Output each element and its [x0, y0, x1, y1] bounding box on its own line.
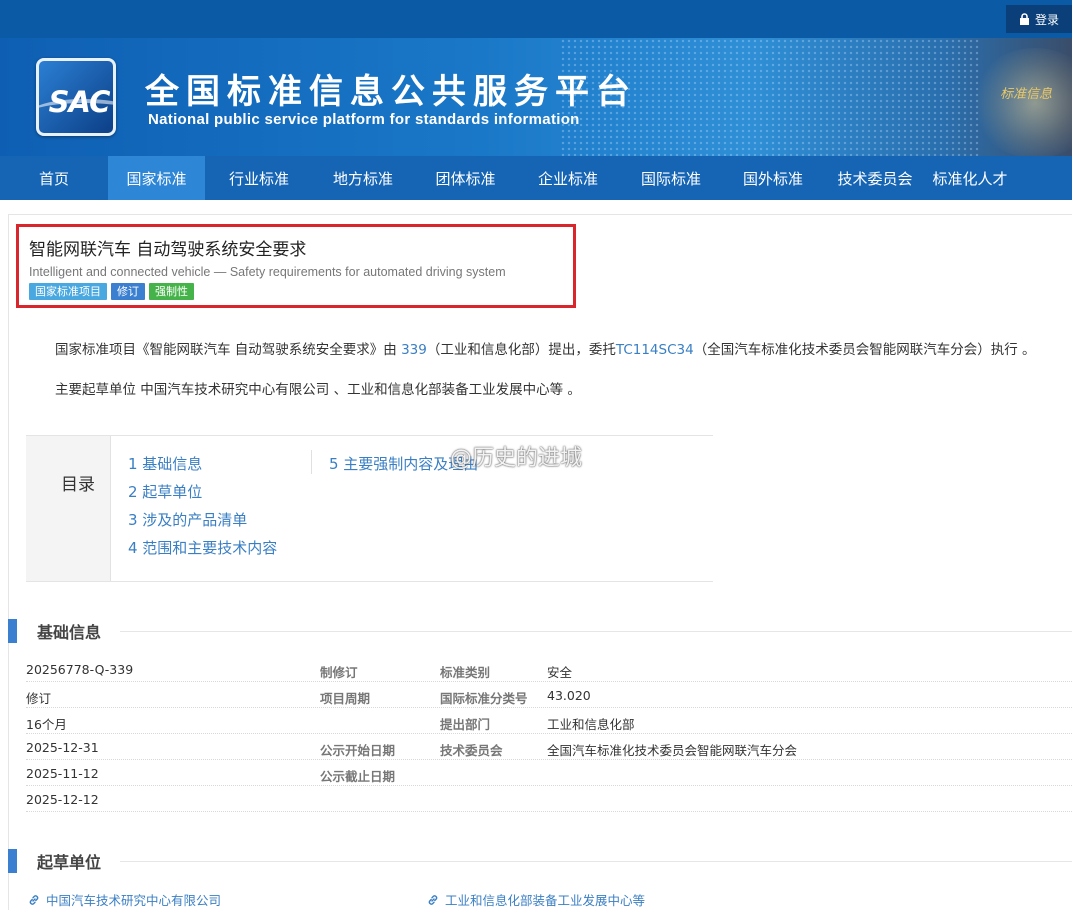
toc-label-panel: 目录: [26, 436, 111, 581]
drafting-units-summary: 主要起草单位 中国汽车技术研究中心有限公司 、工业和信息化部装备工业发展中心等 …: [55, 382, 581, 398]
nav-industry-standards[interactable]: 行业标准: [205, 156, 313, 200]
link-icon: [428, 894, 438, 905]
login-label: 登录: [1034, 12, 1059, 27]
label-ics: 国际标准分类号: [440, 691, 528, 706]
tag-revision: 修订: [111, 283, 145, 300]
toc-column-2: 5 主要强制内容及理由: [329, 454, 478, 482]
toc-divider: [311, 450, 312, 474]
section-basic-info-title: 基础信息: [37, 623, 102, 642]
drafting-unit-name: 工业和信息化部装备工业发展中心等: [445, 893, 646, 908]
value-ics: 43.020: [547, 688, 591, 703]
toc-label: 目录: [61, 475, 95, 495]
value-standard-category: 安全: [547, 665, 573, 680]
nav-foreign-standards[interactable]: 国外标准: [724, 156, 822, 200]
committee-link[interactable]: TC114SC34: [616, 342, 694, 358]
sac-logo[interactable]: SAC: [36, 58, 116, 136]
value-proposing-dept-link[interactable]: 工业和信息化部: [547, 714, 635, 733]
project-description: 国家标准项目《智能网联汽车 自动驾驶系统安全要求》由 339（工业和信息化部）提…: [55, 338, 1036, 358]
toc-item-scope[interactable]: 4 范围和主要技术内容: [128, 538, 277, 566]
standard-title-cn: 智能网联汽车 自动驾驶系统安全要求: [29, 240, 307, 260]
tag-national-project: 国家标准项目: [29, 283, 107, 300]
banner: SAC 全国标准信息公共服务平台 National public service…: [0, 38, 1072, 156]
tag-mandatory: 强制性: [149, 283, 194, 300]
label-project-cycle: 项目周期: [320, 691, 371, 706]
label-tech-committee: 技术委员会: [440, 743, 503, 758]
link-icon: [29, 894, 39, 905]
section-bar: [8, 849, 17, 873]
section-divider: [120, 861, 1072, 862]
table-row: 修订 项目周期 国际标准分类号 43.020: [26, 682, 1072, 708]
seal-text: 标准信息: [1000, 87, 1053, 102]
site-title-en: National public service platform for sta…: [148, 111, 580, 128]
nav-local-standards[interactable]: 地方标准: [313, 156, 413, 200]
lock-icon: [1019, 13, 1029, 25]
login-button[interactable]: 登录: [1006, 5, 1072, 33]
drafting-unit-link-1[interactable]: 中国汽车技术研究中心有限公司: [28, 890, 221, 909]
site-title-cn: 全国标准信息公共服务平台: [145, 72, 637, 112]
nav-national-standards[interactable]: 国家标准: [108, 156, 205, 200]
plan-number: 20256778-Q-339: [26, 662, 134, 677]
desc-suffix: （全国汽车标准化技术委员会智能网联汽车分会）执行 。: [693, 342, 1036, 358]
drafting-unit-name: 中国汽车技术研究中心有限公司: [46, 893, 222, 908]
section-drafting-title: 起草单位: [37, 853, 102, 872]
table-row: 2025-12-31 公示开始日期 技术委员会 全国汽车标准化技术委员会智能网联…: [26, 734, 1072, 760]
standard-title-card: 智能网联汽车 自动驾驶系统安全要求 Intelligent and connec…: [16, 224, 576, 308]
value-publicity-start: 2025-11-12: [26, 766, 99, 781]
value-tech-committee-link[interactable]: 全国汽车标准化技术委员会智能网联汽车分会: [547, 740, 797, 759]
standard-title-en: Intelligent and connected vehicle — Safe…: [29, 265, 506, 279]
nav-enterprise-standards[interactable]: 企业标准: [518, 156, 618, 200]
section-bar: [8, 619, 17, 643]
nav-home[interactable]: 首页: [0, 156, 108, 200]
main-nav: 首页 国家标准 行业标准 地方标准 团体标准 企业标准 国际标准 国外标准 技术…: [0, 156, 1072, 200]
toc-item-mandatory-content[interactable]: 5 主要强制内容及理由: [329, 454, 478, 482]
section-drafting-heading: 起草单位: [8, 849, 101, 873]
table-row: 2025-12-12: [26, 786, 1072, 812]
top-bar: 登录: [0, 0, 1072, 38]
tag-list: 国家标准项目 修订 强制性: [29, 283, 563, 300]
drafting-unit-link-2[interactable]: 工业和信息化部装备工业发展中心等: [427, 890, 645, 909]
toc-item-product-list[interactable]: 3 涉及的产品清单: [128, 510, 277, 538]
table-row: 16个月 提出部门 工业和信息化部: [26, 708, 1072, 734]
table-row: 2025-11-12 公示截止日期: [26, 760, 1072, 786]
nav-technical-committees[interactable]: 技术委员会: [822, 156, 928, 200]
seal-glow: [970, 48, 1072, 156]
label-publicity-end: 公示截止日期: [320, 769, 396, 784]
nav-international-standards[interactable]: 国际标准: [618, 156, 724, 200]
logo-text: SAC: [48, 85, 111, 119]
toc-item-basic-info[interactable]: 1 基础信息: [128, 454, 277, 482]
section-divider: [120, 631, 1072, 632]
label-publicity-start: 公示开始日期: [320, 743, 396, 758]
value-revision-type: 修订: [26, 691, 52, 706]
table-of-contents: 目录 1 基础信息 2 起草单位 3 涉及的产品清单 4 范围和主要技术内容 5…: [26, 435, 713, 582]
label-standard-category: 标准类别: [440, 665, 491, 680]
desc-prefix: 国家标准项目《智能网联汽车 自动驾驶系统安全要求》由: [55, 342, 402, 358]
nav-talent[interactable]: 标准化人才: [928, 156, 1012, 200]
value-date-1: 2025-12-31: [26, 740, 99, 755]
value-project-cycle: 16个月: [26, 717, 67, 732]
toc-column-1: 1 基础信息 2 起草单位 3 涉及的产品清单 4 范围和主要技术内容: [128, 454, 277, 566]
desc-middle: （工业和信息化部）提出，委托: [426, 342, 616, 358]
value-publicity-end: 2025-12-12: [26, 792, 99, 807]
nav-group-standards[interactable]: 团体标准: [413, 156, 518, 200]
label-revision-type: 制修订: [320, 665, 358, 680]
proposer-link[interactable]: 339: [401, 342, 427, 358]
section-basic-info-heading: 基础信息: [8, 619, 101, 643]
label-proposing-dept: 提出部门: [440, 717, 491, 732]
toc-item-drafting-units[interactable]: 2 起草单位: [128, 482, 277, 510]
table-row: 20256778-Q-339 制修订 标准类别 安全: [26, 656, 1072, 682]
